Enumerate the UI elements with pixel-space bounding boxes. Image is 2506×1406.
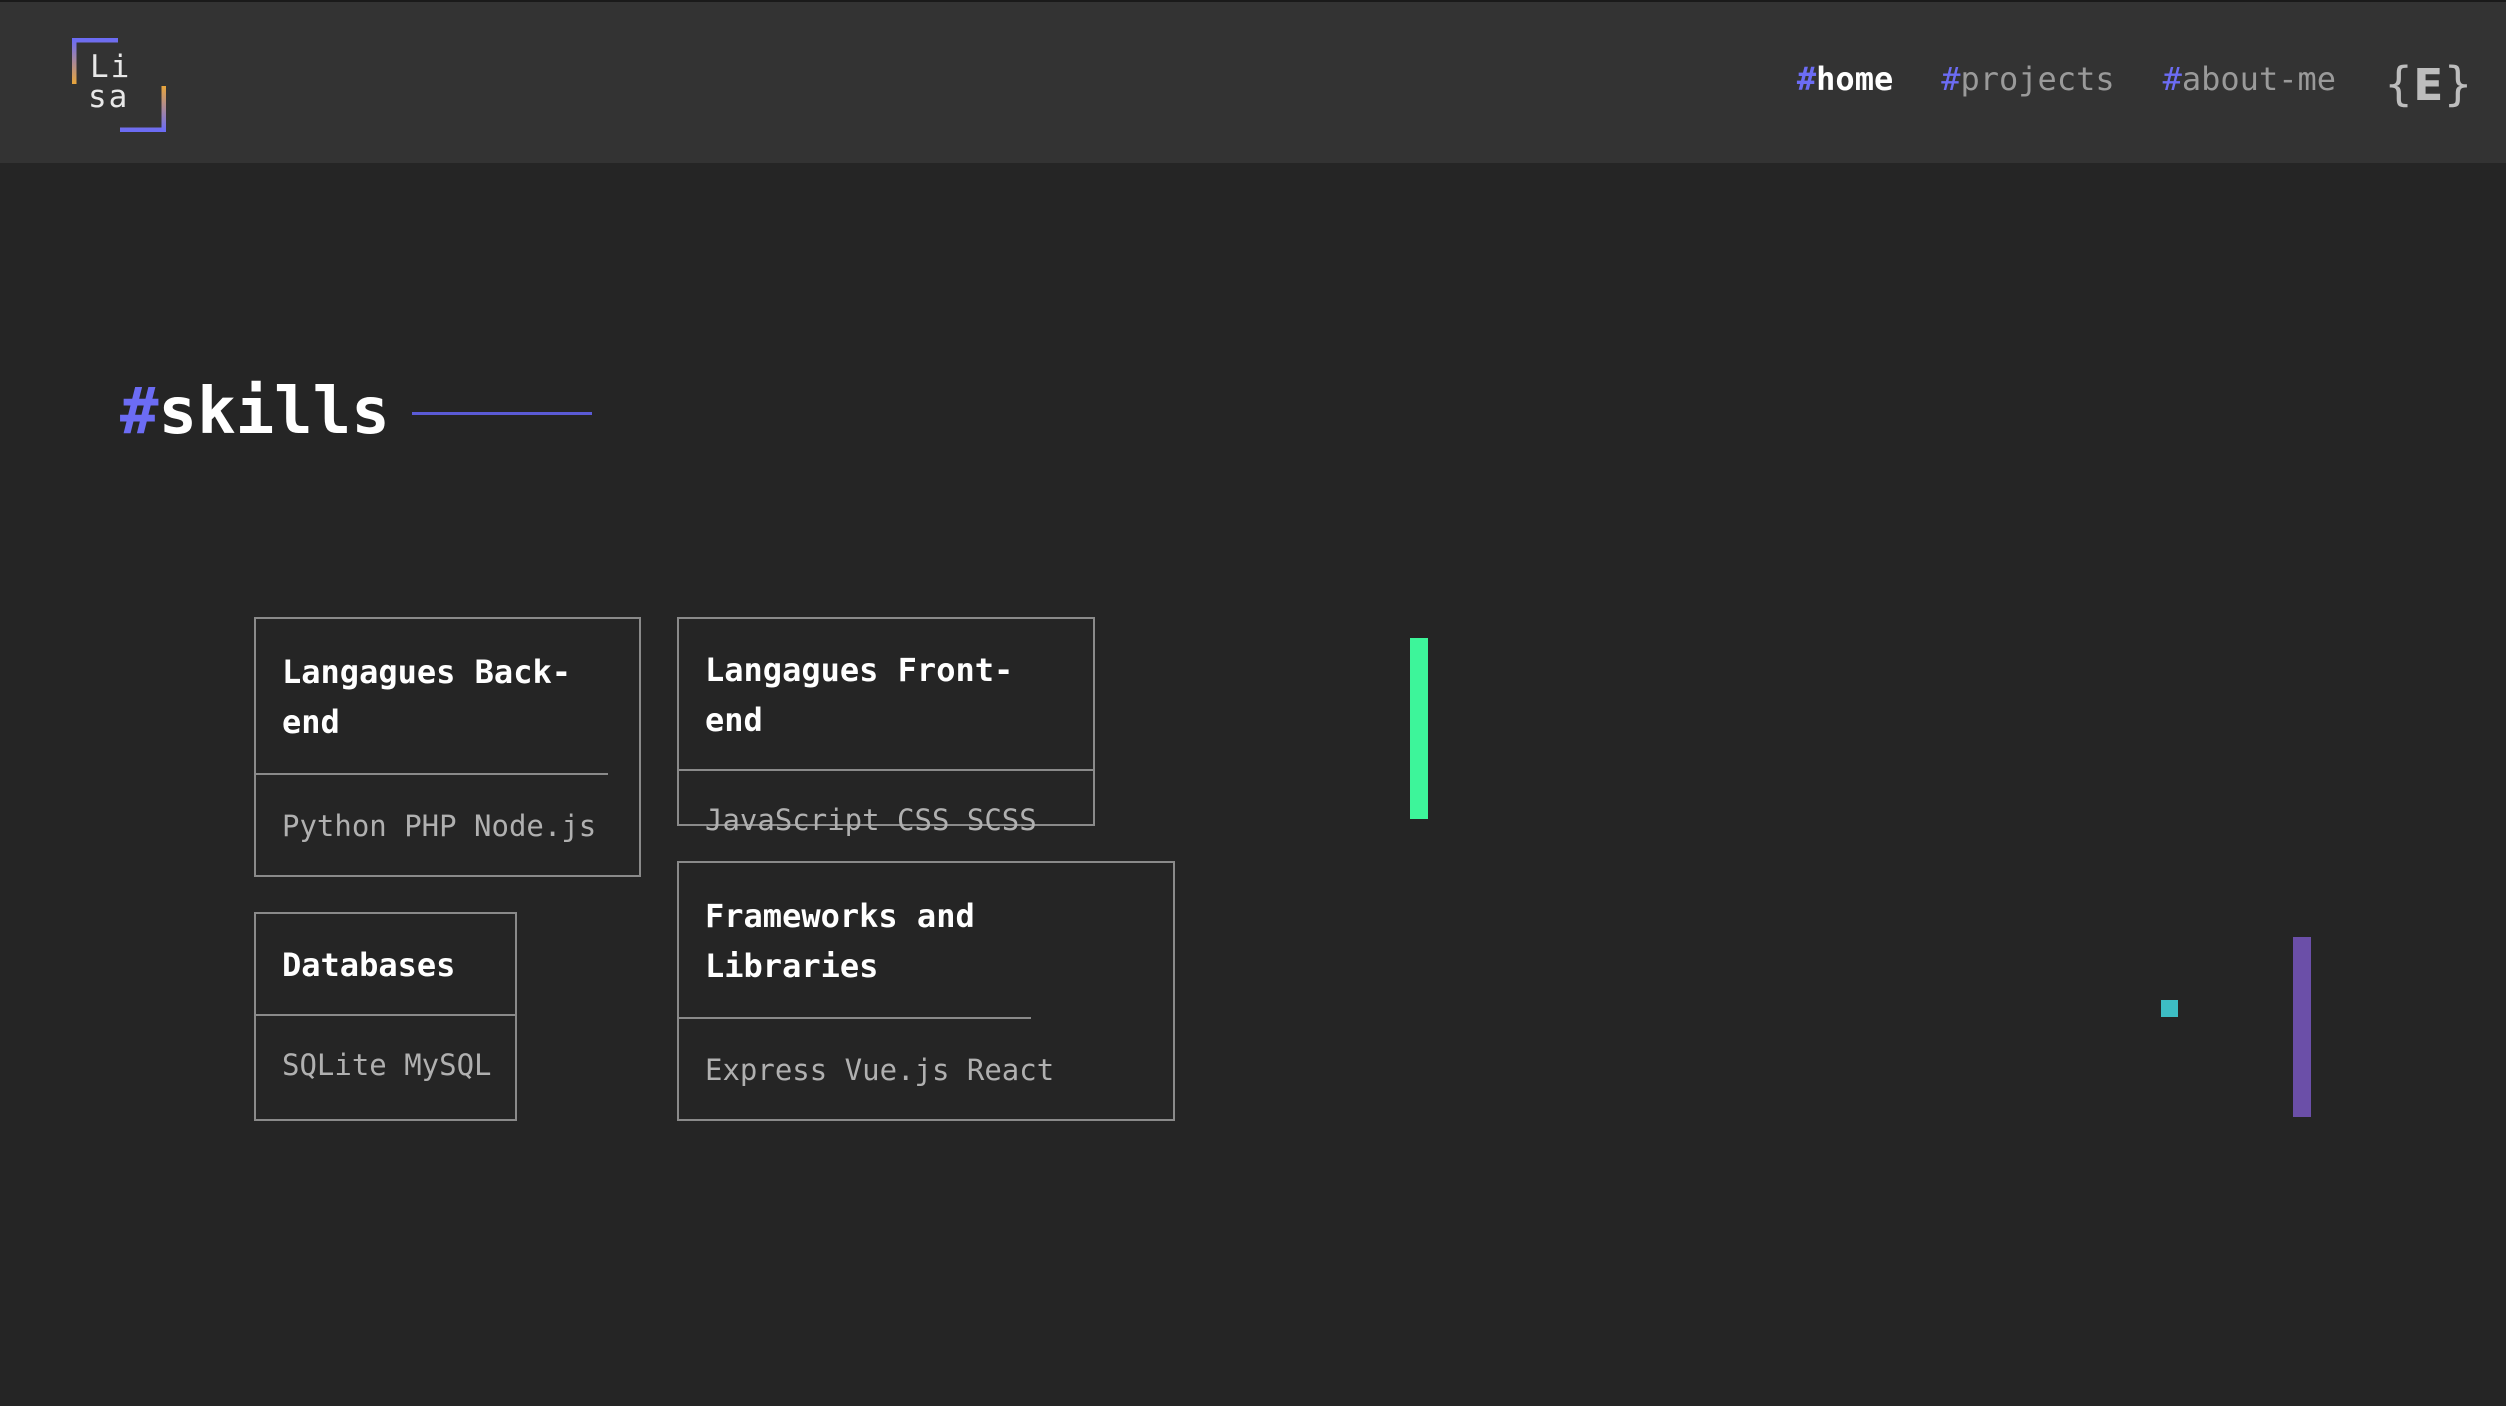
lang-letter: E (2413, 60, 2444, 111)
language-switch-icon[interactable]: {E} (2384, 56, 2473, 114)
decor-bar-purple (2293, 937, 2311, 1117)
section-hash: # (120, 375, 159, 449)
nav-hash: # (1796, 60, 1817, 98)
card-items: Express Vue.js React (705, 1053, 1055, 1087)
card-title: Databases (256, 914, 515, 1016)
nav-hash: # (1941, 60, 1961, 98)
card-items: SQLite MySQL (282, 1048, 492, 1082)
card-items: JavaScript CSS SCSS (705, 803, 1037, 837)
nav-item-about-me[interactable]: #about-me (2163, 60, 2336, 98)
nav-label: about-me (2181, 60, 2336, 98)
main-nav: #home #projects #about-me (1797, 60, 2336, 98)
nav-label: projects (1960, 60, 2115, 98)
section-title-text: skills (158, 375, 390, 449)
card-title: Frameworks and Libraries (679, 863, 1031, 1019)
skill-card-databases: Databases SQLite MySQL (254, 912, 517, 1121)
top-header: Li sa #home #projects #about-me {E} (0, 0, 2506, 163)
decor-square-teal (2161, 1000, 2178, 1017)
lang-brace-left: { (2384, 57, 2414, 111)
logo-line1: Li (90, 49, 132, 85)
skill-card-frontend: Langagues Front-end JavaScript CSS SCSS (677, 617, 1095, 837)
title-underline (412, 412, 592, 415)
nav-item-projects[interactable]: #projects (1941, 60, 2114, 98)
nav-item-home[interactable]: #home (1797, 60, 1893, 98)
skill-card-backend: Langagues Back-end Python PHP Node.js (254, 617, 641, 877)
logo-line2: sa (88, 79, 130, 115)
lang-brace-right: } (2443, 57, 2473, 111)
logo-text: Li sa (88, 49, 132, 115)
decor-bar-green (1410, 638, 1428, 819)
logo[interactable]: Li sa (71, 37, 167, 133)
section-title: #skills (120, 372, 390, 452)
skill-card-frameworks: Frameworks and Libraries Express Vue.js … (677, 861, 1175, 1121)
nav-hash: # (2162, 60, 2182, 98)
card-title: Langagues Front-end (679, 619, 1093, 771)
card-title: Langagues Back-end (256, 619, 608, 775)
card-items: Python PHP Node.js (282, 809, 597, 843)
nav-label: home (1816, 60, 1894, 98)
